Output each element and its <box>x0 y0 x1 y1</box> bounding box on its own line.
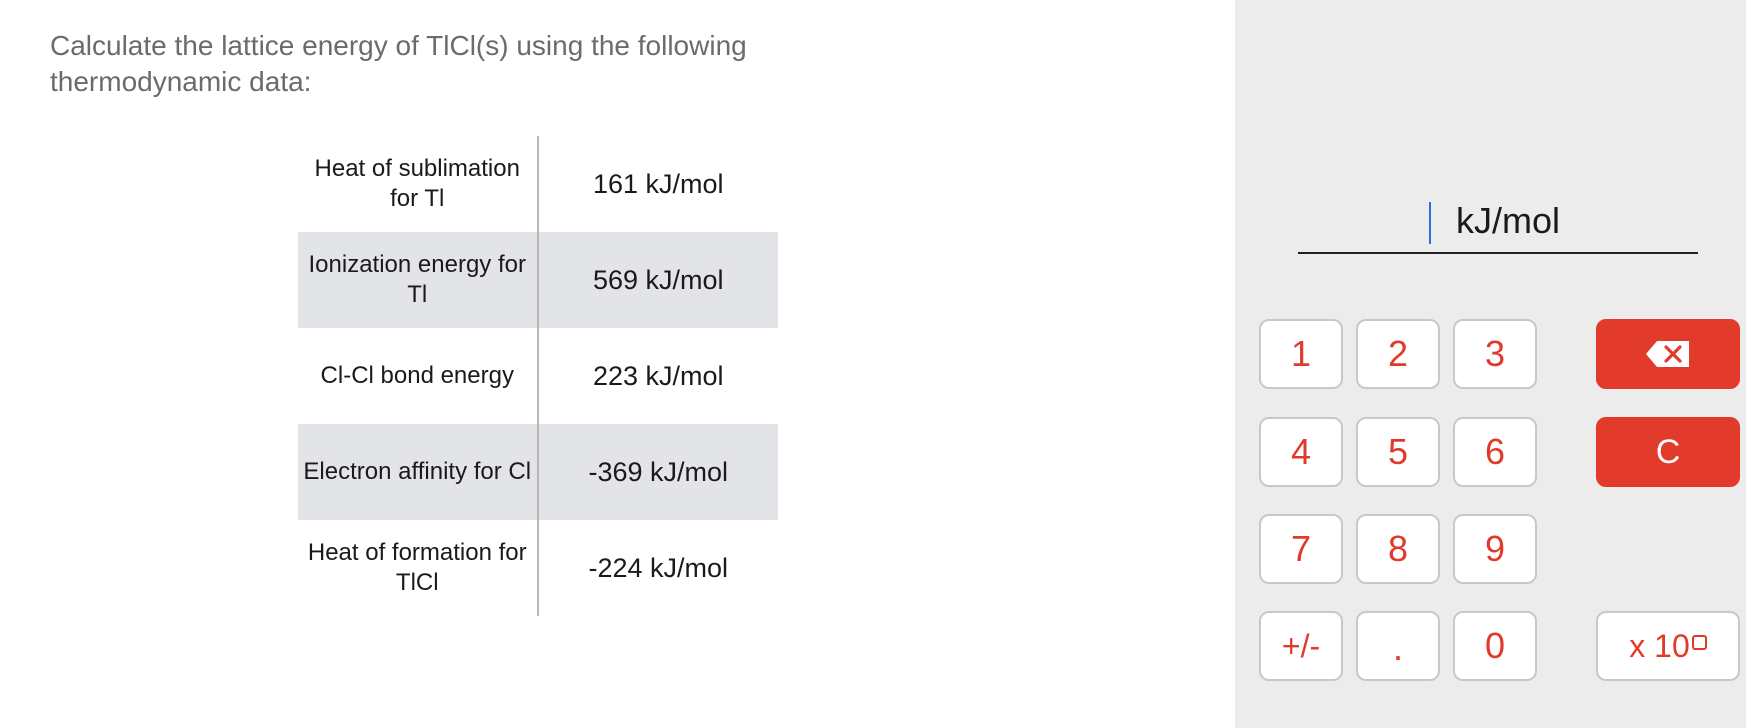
row-value: 569 kJ/mol <box>592 264 724 295</box>
table-row: Cl-Cl bond energy 223 kJ/mol <box>298 328 778 424</box>
row-label: Heat of formation for TlCl <box>307 539 527 596</box>
row-value: -224 kJ/mol <box>588 552 729 583</box>
key-5[interactable]: 5 <box>1356 417 1440 487</box>
row-value: 223 kJ/mol <box>592 360 724 391</box>
text-cursor <box>1429 202 1431 244</box>
table-row: Ionization energy for Tl 569 kJ/mol <box>298 232 778 328</box>
row-label: Ionization energy for Tl <box>308 251 526 308</box>
clear-button[interactable]: C <box>1596 417 1740 487</box>
key-1[interactable]: 1 <box>1259 319 1343 389</box>
key-9[interactable]: 9 <box>1453 514 1537 584</box>
key-2[interactable]: 2 <box>1356 319 1440 389</box>
answer-field[interactable]: kJ/mol <box>1298 196 1698 254</box>
decimal-button[interactable]: . <box>1356 611 1440 681</box>
row-label: Heat of sublimation for Tl <box>314 155 520 212</box>
thermo-data-table: Heat of sublimation for Tl 161 kJ/mol Io… <box>298 136 778 616</box>
question-text: Calculate the lattice energy of TlCl(s) … <box>50 30 747 97</box>
exponent-box-icon <box>1691 634 1707 650</box>
backspace-button[interactable] <box>1596 319 1740 389</box>
row-value: 161 kJ/mol <box>592 168 724 199</box>
answer-unit: kJ/mol <box>1456 200 1561 241</box>
question-panel: Calculate the lattice energy of TlCl(s) … <box>0 0 1235 728</box>
key-6[interactable]: 6 <box>1453 417 1537 487</box>
key-4[interactable]: 4 <box>1259 417 1343 487</box>
key-8[interactable]: 8 <box>1356 514 1440 584</box>
row-label: Electron affinity for Cl <box>303 458 532 485</box>
table-row: Electron affinity for Cl -369 kJ/mol <box>298 424 778 520</box>
key-0[interactable]: 0 <box>1453 611 1537 681</box>
sign-toggle-button[interactable]: +/- <box>1259 611 1343 681</box>
times-ten-exponent-button[interactable]: x 10 <box>1596 611 1740 681</box>
exponent-label: x 10 <box>1629 627 1690 664</box>
backspace-icon <box>1646 341 1689 367</box>
key-7[interactable]: 7 <box>1259 514 1343 584</box>
row-label: Cl-Cl bond energy <box>320 362 514 389</box>
key-3[interactable]: 3 <box>1453 319 1537 389</box>
table-row: Heat of formation for TlCl -224 kJ/mol <box>298 520 778 616</box>
table-row: Heat of sublimation for Tl 161 kJ/mol <box>298 136 778 232</box>
row-value: -369 kJ/mol <box>588 456 729 487</box>
